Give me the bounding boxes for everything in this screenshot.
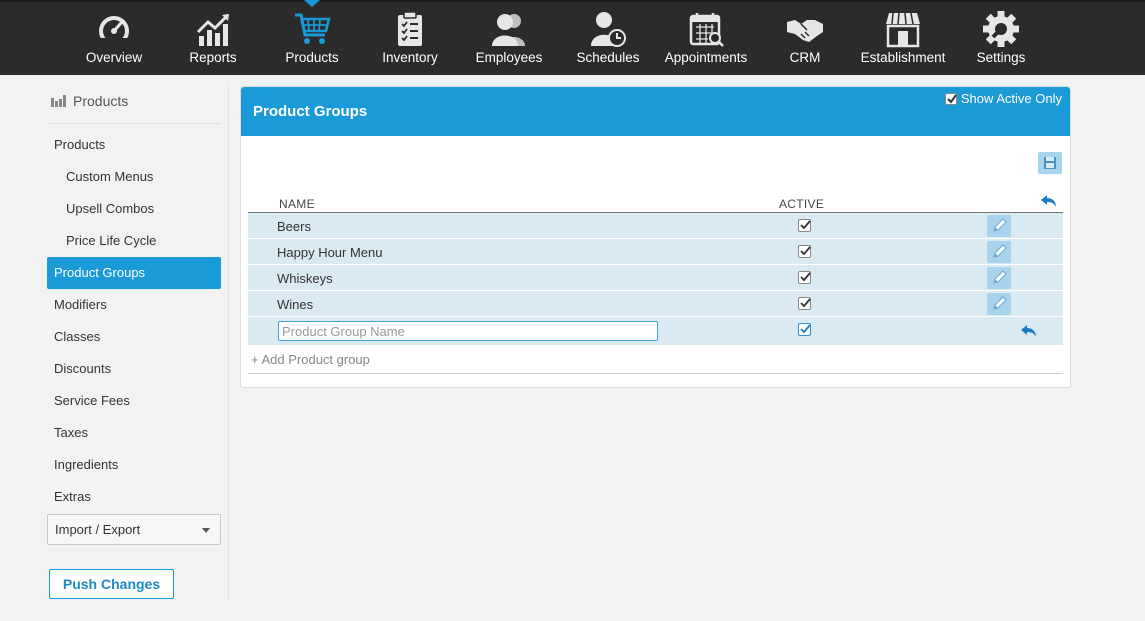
row-active-checkbox[interactable] <box>798 297 811 310</box>
sidebar-item-product-groups[interactable]: Product Groups <box>47 257 221 289</box>
pencil-icon <box>993 270 1007 284</box>
panel-header: Product Groups Show Active Only <box>241 87 1070 136</box>
product-group-name-input[interactable] <box>278 321 658 341</box>
nav-overview-label: Overview <box>85 50 143 65</box>
show-active-checkbox[interactable] <box>944 92 957 105</box>
push-changes-button[interactable]: Push Changes <box>49 569 174 599</box>
new-row <box>248 317 1063 346</box>
checkmark-icon <box>800 246 811 256</box>
show-active-label: Show Active Only <box>960 91 1062 106</box>
clipboard-icon <box>398 11 422 46</box>
nav-products-label: Products <box>285 50 339 65</box>
checkmark-icon <box>800 298 811 308</box>
nav-establishment[interactable]: Establishment <box>853 2 953 77</box>
new-row-active-checkbox[interactable] <box>798 323 811 336</box>
row-active-checkbox[interactable] <box>798 245 811 258</box>
nav-establishment-label: Establishment <box>860 50 946 65</box>
nav-reports-label: Reports <box>189 50 237 65</box>
sidebar-item-products[interactable]: Products <box>47 129 221 161</box>
person-clock-icon <box>591 12 626 47</box>
nav-overview[interactable]: Overview <box>64 2 164 77</box>
nav-schedules[interactable]: Schedules <box>558 2 658 77</box>
add-product-group-link[interactable]: + Add Product group <box>251 352 370 367</box>
table-bottom-divider <box>248 373 1063 374</box>
nav-appointments-label: Appointments <box>664 50 748 65</box>
top-nav: Overview Reports Products Inventory Empl… <box>0 0 1145 75</box>
row-name: Whiskeys <box>277 271 333 286</box>
checkmark-icon <box>947 93 957 104</box>
save-button[interactable] <box>1038 152 1062 174</box>
sidebar-item-taxes[interactable]: Taxes <box>47 417 221 449</box>
table-row: Happy Hour Menu <box>248 239 1063 265</box>
edit-button[interactable] <box>987 215 1011 237</box>
calendar-icon <box>689 13 724 47</box>
sidebar-item-upsell-combos[interactable]: Upsell Combos <box>47 193 221 225</box>
checkmark-icon <box>800 220 811 230</box>
nav-crm-label: CRM <box>789 50 821 65</box>
page-title: Product Groups <box>253 103 368 120</box>
sidebar: Products Products Custom Menus Upsell Co… <box>47 86 229 600</box>
nav-crm[interactable]: CRM <box>755 2 855 77</box>
row-name: Wines <box>277 297 314 312</box>
sidebar-item-service-fees[interactable]: Service Fees <box>47 385 221 417</box>
nav-employees[interactable]: Employees <box>459 2 559 77</box>
sidebar-header: Products <box>51 93 128 109</box>
column-header-active: ACTIVE <box>779 197 825 211</box>
nav-inventory-label: Inventory <box>382 50 438 65</box>
nav-schedules-label: Schedules <box>576 50 640 65</box>
checkmark-icon <box>800 272 811 282</box>
table-row: Beers <box>248 213 1063 239</box>
pencil-icon <box>993 296 1007 310</box>
sidebar-item-discounts[interactable]: Discounts <box>47 353 221 385</box>
import-export-value: Import / Export <box>55 522 141 537</box>
nav-reports[interactable]: Reports <box>163 2 263 77</box>
sidebar-item-ingredients[interactable]: Ingredients <box>47 449 221 481</box>
sidebar-item-classes[interactable]: Classes <box>47 321 221 353</box>
nav-settings[interactable]: Settings <box>951 2 1051 77</box>
nav-inventory[interactable]: Inventory <box>360 2 460 77</box>
sidebar-item-extras[interactable]: Extras <box>47 481 221 513</box>
row-name: Beers <box>277 219 311 234</box>
row-active-checkbox[interactable] <box>798 271 811 284</box>
pencil-icon <box>993 244 1007 258</box>
sidebar-item-modifiers[interactable]: Modifiers <box>47 289 221 321</box>
table-row: Whiskeys <box>248 265 1063 291</box>
edit-button[interactable] <box>987 241 1011 263</box>
sidebar-header-label: Products <box>73 93 129 109</box>
product-groups-panel: Product Groups Show Active Only NAME ACT… <box>240 86 1071 388</box>
undo-icon[interactable] <box>1019 323 1039 339</box>
sidebar-divider <box>47 123 221 124</box>
show-active-only-toggle[interactable]: Show Active Only <box>944 91 1062 106</box>
bar-chart-icon <box>51 95 66 107</box>
nav-products[interactable]: Products <box>262 0 362 77</box>
row-name: Happy Hour Menu <box>277 245 383 260</box>
handshake-icon <box>787 20 823 42</box>
cart-icon <box>295 13 331 44</box>
gear-icon <box>983 11 1019 47</box>
storefront-icon <box>886 12 920 48</box>
edit-button[interactable] <box>987 293 1011 315</box>
nav-settings-label: Settings <box>976 50 1026 65</box>
column-header-name: NAME <box>279 197 315 211</box>
import-export-select[interactable]: Import / Export <box>47 514 221 545</box>
pencil-icon <box>993 218 1007 232</box>
row-active-checkbox[interactable] <box>798 219 811 232</box>
active-caret-icon <box>304 0 320 7</box>
nav-appointments[interactable]: Appointments <box>656 2 756 77</box>
edit-button[interactable] <box>987 267 1011 289</box>
undo-all-icon[interactable] <box>1039 193 1059 209</box>
sidebar-item-custom-menus[interactable]: Custom Menus <box>47 161 221 193</box>
checkmark-icon <box>800 324 811 334</box>
nav-employees-label: Employees <box>475 50 543 65</box>
table-row: Wines <box>248 291 1063 317</box>
speedometer-icon <box>99 16 129 46</box>
people-icon <box>492 14 525 46</box>
chart-icon <box>196 14 229 46</box>
floppy-disk-icon <box>1044 157 1056 169</box>
sidebar-item-price-life-cycle[interactable]: Price Life Cycle <box>47 225 221 257</box>
chevron-down-icon <box>202 528 210 533</box>
